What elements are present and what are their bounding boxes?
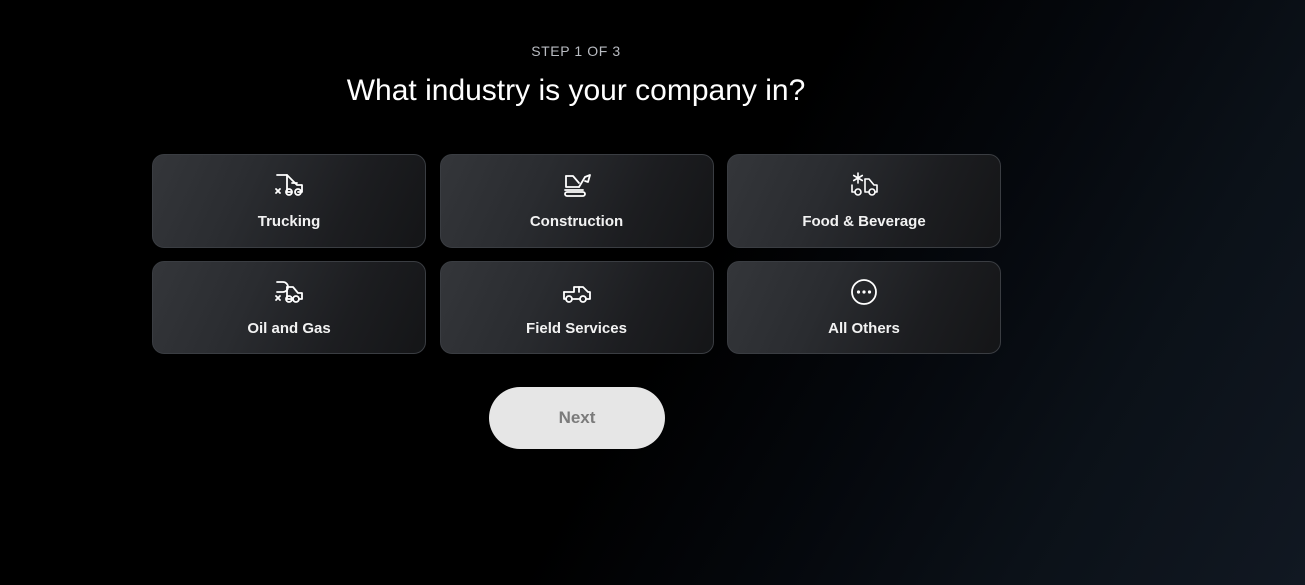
industry-option-construction[interactable]: Construction <box>439 154 714 248</box>
truck-icon <box>273 170 305 200</box>
industry-option-field-services[interactable]: Field Services <box>439 261 714 354</box>
tanker-truck-icon <box>273 277 305 307</box>
industry-options: Trucking Construction Food & Beverage Oi… <box>152 154 1001 354</box>
industry-label: Field Services <box>526 320 627 337</box>
industry-option-oil-and-gas[interactable]: Oil and Gas <box>152 261 426 354</box>
step-indicator: STEP 1 OF 3 <box>531 43 621 59</box>
page-title: What industry is your company in? <box>346 74 806 107</box>
excavator-icon <box>561 170 593 200</box>
industry-option-food-beverage[interactable]: Food & Beverage <box>727 154 1001 248</box>
industry-label: Oil and Gas <box>247 320 331 337</box>
refrigerated-truck-icon <box>848 170 880 200</box>
more-dots-icon <box>848 277 880 307</box>
industry-label: Trucking <box>257 213 321 230</box>
industry-label: Construction <box>529 213 624 230</box>
industry-option-trucking[interactable]: Trucking <box>152 154 426 248</box>
industry-label: All Others <box>828 320 900 337</box>
industry-option-all-others[interactable]: All Others <box>727 261 1001 354</box>
industry-label: Food & Beverage <box>802 213 926 230</box>
pickup-truck-icon <box>561 277 593 307</box>
next-button[interactable]: Next <box>489 387 665 449</box>
